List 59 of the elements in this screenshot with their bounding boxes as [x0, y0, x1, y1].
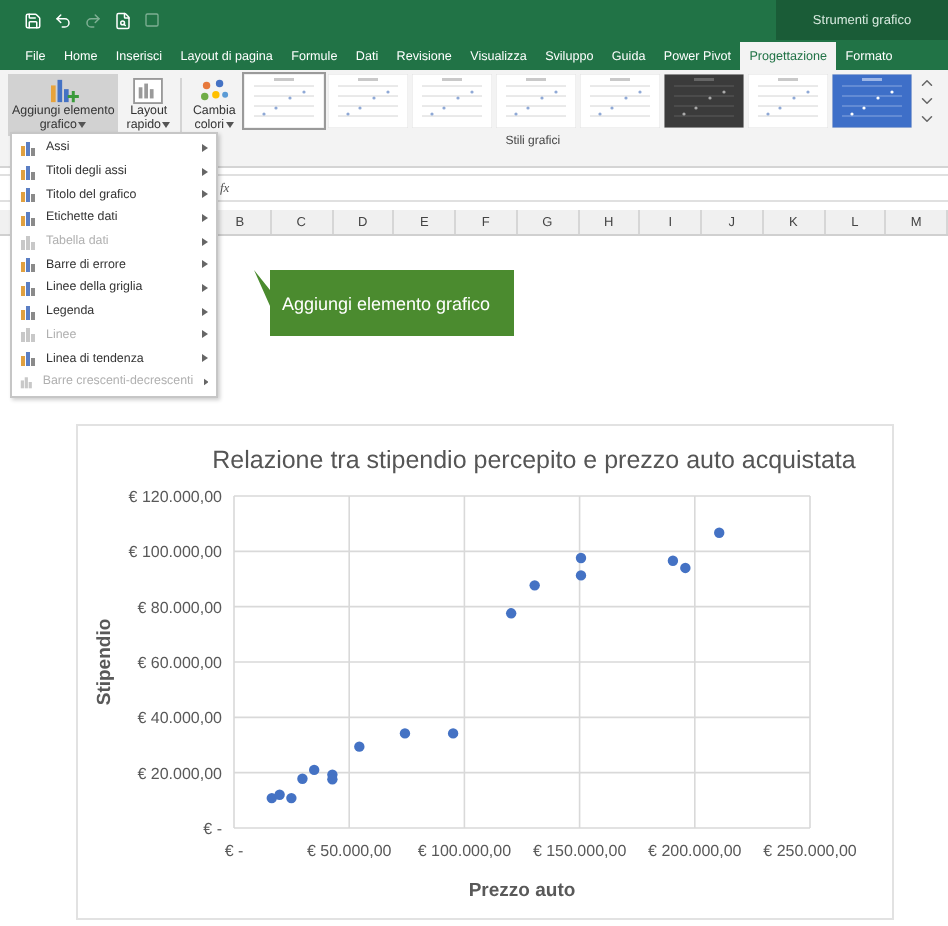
data-point — [575, 552, 587, 564]
submenu-arrow-icon — [202, 260, 208, 269]
x-axis-label: € 100.000,00 — [417, 842, 512, 860]
caret-icon — [78, 122, 87, 128]
callout: Aggiungi elemento grafico — [254, 270, 514, 336]
submenu-arrow-icon — [202, 213, 208, 222]
y-axis-title: Stipendio — [94, 618, 116, 706]
submenu-arrow-icon — [202, 237, 208, 246]
chart-style-thumbnail[interactable] — [831, 74, 912, 128]
chart-plus-icon — [47, 78, 80, 104]
submenu-arrow-icon — [202, 283, 208, 292]
more-icon[interactable] — [917, 110, 936, 128]
data-point — [529, 580, 540, 591]
y-axis-label: € 60.000,00 — [137, 654, 222, 672]
y-axis-label: € 80.000,00 — [137, 598, 222, 617]
caret-icon — [162, 122, 171, 128]
chart-style-thumbnail[interactable] — [747, 74, 828, 128]
color-dots-icon — [198, 78, 231, 104]
print-preview-icon[interactable] — [114, 11, 132, 29]
chart-style-thumbnail[interactable] — [243, 74, 324, 128]
x-axis-label: € 250.000,00 — [763, 842, 857, 860]
data-point — [354, 741, 365, 752]
x-axis-label: € 200.000,00 — [648, 842, 742, 860]
submenu-arrow-icon — [202, 354, 208, 363]
submenu-arrow-icon — [202, 307, 208, 316]
chart-style-thumbnail[interactable] — [327, 74, 408, 128]
data-point — [447, 728, 459, 739]
chart-style-thumbnail[interactable] — [495, 74, 576, 128]
chart-style-thumbnail[interactable] — [411, 74, 492, 128]
data-point — [575, 570, 587, 581]
y-axis-label: € - — [203, 820, 222, 838]
x-axis-title: Prezzo auto — [468, 880, 576, 902]
data-point — [399, 728, 411, 739]
data-point — [714, 527, 725, 538]
layout-icon — [132, 78, 165, 104]
chart-style-thumbnail[interactable] — [579, 74, 660, 128]
chart-title: Relazione tra stipendio percepito e prezzo auto acquistata — [212, 446, 856, 474]
x-axis-label: € 150.000,00 — [532, 842, 627, 860]
chart-element-icon — [20, 373, 33, 390]
caret-icon — [226, 122, 235, 128]
submenu-arrow-icon — [202, 190, 208, 199]
scroll-down-icon[interactable] — [917, 92, 936, 110]
redo-icon[interactable] — [84, 11, 102, 29]
save-icon[interactable] — [24, 11, 42, 29]
scroll-up-icon[interactable] — [917, 74, 936, 92]
y-axis-label: € 40.000,00 — [137, 709, 222, 728]
data-point — [505, 608, 517, 619]
submenu-arrow-icon — [202, 167, 208, 176]
square-icon[interactable] — [144, 12, 160, 28]
y-axis-label: € 20.000,00 — [137, 764, 222, 783]
submenu-arrow-icon — [202, 330, 208, 339]
submenu-arrow-icon — [203, 377, 208, 386]
x-axis-label: € 50.000,00 — [306, 842, 392, 860]
chart-style-thumbnail[interactable] — [663, 74, 744, 128]
y-axis-label: € 100.000,00 — [128, 543, 222, 562]
undo-icon[interactable] — [54, 11, 72, 29]
x-axis-label: € - — [224, 842, 244, 860]
submenu-arrow-icon — [202, 143, 208, 152]
y-axis-label: € 120.000,00 — [128, 488, 222, 506]
